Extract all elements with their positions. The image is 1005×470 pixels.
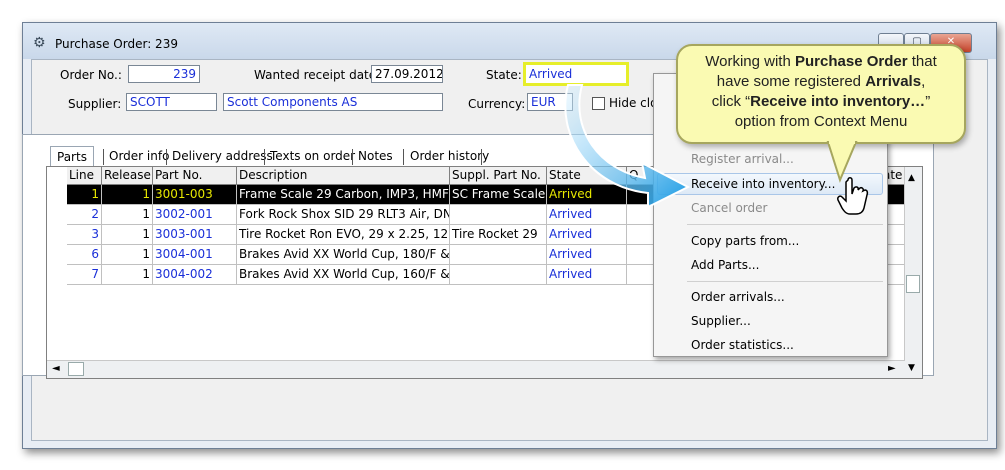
- cell-state: Arrived: [547, 265, 627, 285]
- menu-item-add-parts[interactable]: Add Parts...: [691, 258, 759, 272]
- cell-release: 1: [102, 185, 153, 205]
- cell-part-no: 3001-003: [153, 185, 237, 205]
- menu-separator: [687, 281, 883, 282]
- tab-divider: [352, 149, 353, 165]
- scroll-left-icon[interactable]: ◄: [52, 363, 60, 374]
- tab-divider: [264, 149, 265, 165]
- menu-item-cancel-order[interactable]: Cancel order: [691, 201, 767, 215]
- scroll-down-icon[interactable]: ▼: [908, 363, 915, 373]
- scroll-thumb[interactable]: [68, 362, 84, 376]
- col-header-suppl-part-no[interactable]: Suppl. Part No.: [450, 167, 547, 185]
- tab-divider: [403, 149, 404, 165]
- supplier-name-field[interactable]: Scott Components AS: [223, 93, 443, 111]
- cell-suppl-part: [450, 205, 547, 225]
- vertical-scrollbar[interactable]: ▲ ▼: [904, 167, 922, 378]
- supplier-label: Supplier:: [68, 97, 122, 111]
- cell-part-no: 3004-001: [153, 245, 237, 265]
- wanted-date-label: Wanted receipt date:: [254, 68, 381, 82]
- cell-suppl-part: [450, 245, 547, 265]
- cell-release: 1: [102, 205, 153, 225]
- tooltip-callout: Working with Purchase Order that have so…: [676, 44, 966, 144]
- menu-separator: [687, 224, 883, 225]
- col-header-release[interactable]: Release: [102, 167, 153, 185]
- window-title: Purchase Order: 239: [55, 37, 178, 51]
- tab-divider: [103, 149, 104, 165]
- col-header-part-no[interactable]: Part No.: [153, 167, 237, 185]
- app-gear-icon: ⚙: [33, 35, 46, 51]
- cell-description: Tire Rocket Ron EVO, 29 x 2.25, 127EF: [237, 225, 450, 245]
- order-no-field[interactable]: 239: [128, 65, 200, 83]
- cell-release: 1: [102, 265, 153, 285]
- wanted-date-field[interactable]: 27.09.2012: [371, 65, 443, 83]
- callout-line-3: click “Receive into inventory…”: [711, 93, 931, 110]
- cell-line: 1: [67, 185, 102, 205]
- tab-divider: [481, 149, 482, 165]
- tab-order-info[interactable]: Order info: [109, 146, 169, 166]
- scroll-thumb[interactable]: [906, 275, 920, 293]
- tab-divider: [166, 149, 167, 165]
- callout-line-4: option from Context Menu: [734, 113, 908, 130]
- menu-item-supplier[interactable]: Supplier...: [691, 314, 751, 328]
- cell-state: Arrived: [547, 245, 627, 265]
- scroll-up-icon[interactable]: ▲: [908, 173, 915, 183]
- cell-line: 2: [67, 205, 102, 225]
- horizontal-scrollbar[interactable]: ◄ ►: [47, 360, 905, 378]
- supplier-code-field[interactable]: SCOTT: [126, 93, 217, 111]
- cell-description: Brakes Avid XX World Cup, 160/F & 160: [237, 265, 450, 285]
- cell-description: Fork Rock Shox SID 29 RLT3 Air, DNA3: [237, 205, 450, 225]
- tab-notes[interactable]: Notes: [358, 146, 393, 166]
- currency-label: Currency:: [468, 97, 526, 111]
- cell-description: Frame Scale 29 Carbon, IMP3, HMF NE: [237, 185, 450, 205]
- cell-suppl-part: [450, 265, 547, 285]
- hand-cursor-icon: [837, 177, 869, 215]
- tab-delivery-address[interactable]: Delivery address: [172, 146, 273, 166]
- tab-texts-on-order[interactable]: Texts on order: [270, 146, 355, 166]
- tab-order-history[interactable]: Order history: [410, 146, 489, 166]
- menu-item-receive-into-inventory[interactable]: Receive into inventory...: [691, 177, 835, 191]
- menu-item-copy-parts[interactable]: Copy parts from...: [691, 234, 799, 248]
- menu-item-order-statistics[interactable]: Order statistics...: [691, 338, 794, 352]
- cell-line: 6: [67, 245, 102, 265]
- col-header-description[interactable]: Description: [237, 167, 450, 185]
- cell-state: Arrived: [547, 225, 627, 245]
- cell-line: 3: [67, 225, 102, 245]
- callout-line-1: Working with Purchase Order that: [705, 53, 937, 70]
- cell-part-no: 3004-002: [153, 265, 237, 285]
- cell-release: 1: [102, 225, 153, 245]
- cell-part-no: 3003-001: [153, 225, 237, 245]
- order-no-label: Order No.:: [60, 68, 122, 82]
- cell-release: 1: [102, 245, 153, 265]
- cell-line: 7: [67, 265, 102, 285]
- menu-item-order-arrivals[interactable]: Order arrivals...: [691, 290, 785, 304]
- cell-suppl-part: SC Frame Scale: [450, 185, 547, 205]
- callout-line-2: have some registered Arrivals,: [716, 73, 926, 90]
- menu-item-register-arrival[interactable]: Register arrival...: [691, 152, 794, 166]
- cell-part-no: 3002-001: [153, 205, 237, 225]
- cell-description: Brakes Avid XX World Cup, 180/F & 160: [237, 245, 450, 265]
- state-label: State:: [486, 68, 522, 82]
- col-header-line[interactable]: Line: [67, 167, 102, 185]
- cell-suppl-part: Tire Rocket 29: [450, 225, 547, 245]
- scroll-right-icon[interactable]: ►: [888, 363, 896, 374]
